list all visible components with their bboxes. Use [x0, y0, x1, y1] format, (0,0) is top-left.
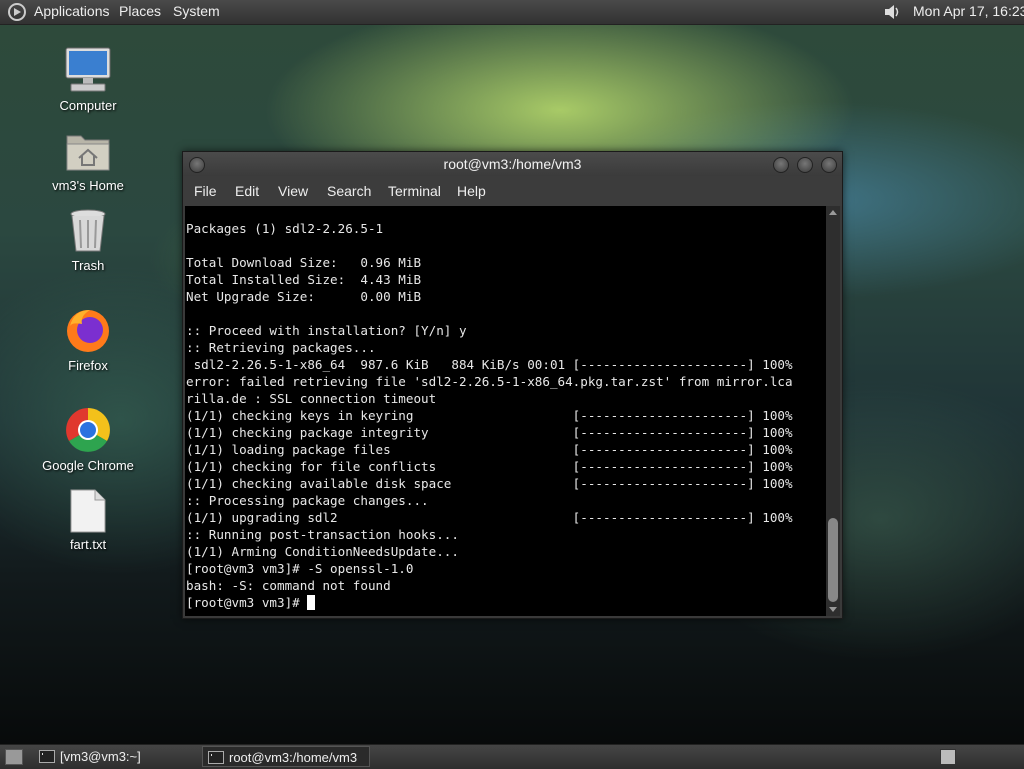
taskbar-item-vm3[interactable]: [vm3@vm3:~] [34, 746, 200, 767]
taskbar-item-label: root@vm3:/home/vm3 [229, 750, 358, 765]
terminal-prompt-line[interactable]: [root@vm3 vm3]# [186, 594, 793, 611]
terminal-icon [39, 750, 55, 763]
terminal-line: (1/1) loading package files [-----------… [186, 442, 793, 457]
top-panel: Applications Places System Mon Apr 17, 1… [0, 0, 1024, 25]
text-cursor [307, 595, 316, 610]
terminal-line: rilla.de : SSL connection timeout [186, 391, 437, 406]
window-titlebar[interactable]: root@vm3:/home/vm3 [183, 152, 842, 176]
desktop-icon-label: Trash [71, 258, 105, 273]
desktop-icon-chrome[interactable]: Google Chrome [33, 406, 143, 473]
terminal-scrollbar[interactable] [826, 206, 840, 616]
desktop-icon-firefox[interactable]: Firefox [33, 306, 143, 373]
desktop-icon-trash[interactable]: Trash [33, 208, 143, 273]
menu-view[interactable]: View [278, 183, 308, 199]
chrome-icon [64, 406, 112, 454]
terminal-line: (1/1) checking package integrity [------… [186, 425, 793, 440]
trash-icon [68, 208, 108, 254]
terminal-line: :: Retrieving packages... [186, 340, 376, 355]
terminal-line: :: Proceed with installation? [Y/n] y [186, 323, 467, 338]
terminal-line: bash: -S: command not found [186, 578, 391, 593]
scrollbar-thumb[interactable] [828, 518, 838, 602]
menu-edit[interactable]: Edit [235, 183, 259, 199]
scroll-down-arrow-icon[interactable] [829, 607, 837, 612]
terminal-icon [208, 751, 224, 764]
menu-terminal[interactable]: Terminal [388, 183, 441, 199]
desktop-icon-label: Computer [59, 98, 117, 113]
show-desktop-button[interactable] [5, 749, 23, 765]
text-file-icon [70, 489, 106, 533]
close-button[interactable] [821, 157, 837, 173]
terminal-line: Total Download Size: 0.96 MiB [186, 255, 422, 270]
terminal-line: [root@vm3 vm3]# -S openssl-1.0 [186, 561, 414, 576]
terminal-line: sdl2-2.26.5-1-x86_64 987.6 KiB 884 KiB/s… [186, 357, 793, 372]
terminal-line: :: Processing package changes... [186, 493, 429, 508]
home-folder-icon [65, 128, 111, 174]
bottom-panel: [vm3@vm3:~] root@vm3:/home/vm3 [0, 744, 1024, 769]
menu-file[interactable]: File [194, 183, 217, 199]
desktop-icon-label: Google Chrome [42, 458, 134, 473]
terminal-line: (1/1) checking available disk space [---… [186, 476, 793, 491]
applications-menu[interactable]: Applications [34, 3, 110, 19]
terminal-line: Net Upgrade Size: 0.00 MiB [186, 289, 422, 304]
desktop-icon-computer[interactable]: Computer [33, 46, 143, 113]
terminal-text: Packages (1) sdl2-2.26.5-1 Total Download… [186, 220, 793, 611]
terminal-line: error: failed retrieving file 'sdl2-2.26… [186, 374, 793, 389]
maximize-button[interactable] [797, 157, 813, 173]
minimize-button[interactable] [773, 157, 789, 173]
volume-icon[interactable] [882, 2, 902, 22]
desktop-icon-label: vm3's Home [52, 178, 124, 193]
terminal-menubar: File Edit View Search Terminal Help [183, 176, 842, 206]
terminal-window[interactable]: root@vm3:/home/vm3 File Edit View Search… [182, 151, 843, 619]
places-menu[interactable]: Places [119, 3, 161, 19]
taskbar-item-label: [vm3@vm3:~] [60, 749, 141, 764]
terminal-output[interactable]: Packages (1) sdl2-2.26.5-1 Total Download… [185, 206, 826, 616]
terminal-prompt: [root@vm3 vm3]# [186, 595, 308, 610]
firefox-icon [64, 306, 112, 354]
clock[interactable]: Mon Apr 17, 16:23 [913, 3, 1024, 19]
desktop-icon-label: Firefox [68, 358, 108, 373]
system-menu[interactable]: System [173, 3, 220, 19]
computer-icon [63, 46, 113, 94]
terminal-line: (1/1) Arming ConditionNeedsUpdate... [186, 544, 459, 559]
menu-help[interactable]: Help [457, 183, 486, 199]
terminal-line: (1/1) checking for file conflicts [-----… [186, 459, 793, 474]
distro-logo-icon[interactable] [8, 3, 26, 21]
taskbar-item-root-terminal[interactable]: root@vm3:/home/vm3 [202, 746, 370, 767]
workspace-switcher[interactable] [940, 749, 956, 765]
desktop-icon-label: fart.txt [69, 537, 107, 552]
terminal-line: (1/1) upgrading sdl2 [------------------… [186, 510, 793, 525]
terminal-line: (1/1) checking keys in keyring [--------… [186, 408, 793, 423]
scroll-up-arrow-icon[interactable] [829, 210, 837, 215]
terminal-line: :: Running post-transaction hooks... [186, 527, 459, 542]
terminal-line: Total Installed Size: 4.43 MiB [186, 272, 422, 287]
window-menu-icon[interactable] [189, 157, 205, 173]
desktop-icon-home[interactable]: vm3's Home [33, 128, 143, 193]
window-title: root@vm3:/home/vm3 [443, 156, 582, 172]
desktop-icon-fart-txt[interactable]: fart.txt [33, 489, 143, 552]
terminal-line: Packages (1) sdl2-2.26.5-1 [186, 221, 384, 236]
menu-search[interactable]: Search [327, 183, 371, 199]
